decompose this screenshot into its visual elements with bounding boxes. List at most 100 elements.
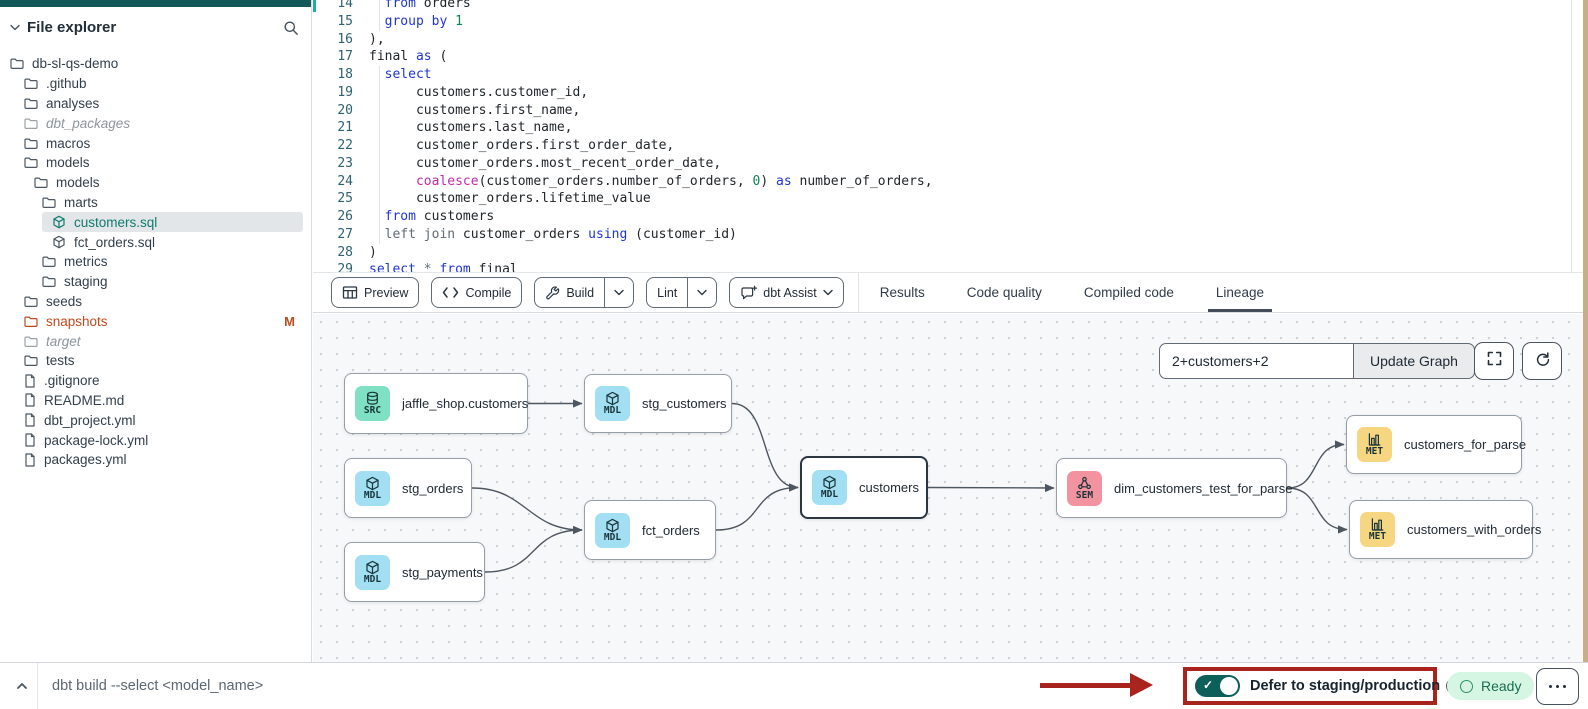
assist-icon: [740, 285, 757, 301]
tree-item-analyses[interactable]: analyses: [0, 94, 311, 114]
more-options-button[interactable]: [1536, 668, 1579, 705]
lint-button[interactable]: Lint: [646, 277, 717, 308]
tree-item-models[interactable]: models: [0, 153, 311, 173]
code-line-25: 25 customer_orders.lifetime_value: [313, 190, 1583, 208]
sem-chip: SEM: [1067, 471, 1102, 506]
node-type-label: MET: [1369, 532, 1386, 542]
lineage-node-fct_orders[interactable]: MDLfct_orders: [584, 500, 716, 560]
tree-item-db-sl-qs-demo[interactable]: db-sl-qs-demo: [0, 54, 311, 74]
tree-item-fct-orders-sql[interactable]: fct_orders.sql: [0, 232, 311, 252]
lineage-node-stg_payments[interactable]: MDL stg_payments: [344, 542, 485, 602]
lint-dropdown-button[interactable]: [687, 278, 716, 307]
tree-item--gitignore[interactable]: .gitignore: [0, 371, 311, 391]
database-icon: [365, 391, 380, 406]
refresh-button[interactable]: [1522, 342, 1562, 380]
indent-guide: [379, 226, 380, 244]
tab-results[interactable]: Results: [859, 273, 946, 312]
code-text: ),: [369, 31, 385, 49]
tree-item-label: fct_orders.sql: [74, 235, 155, 250]
tree-item-tests[interactable]: tests: [0, 351, 311, 371]
code-line-16: 16),: [313, 31, 1583, 49]
node-type-label: SRC: [364, 406, 381, 416]
tree-item-marts[interactable]: marts: [0, 193, 311, 213]
tree-item-target[interactable]: target: [0, 331, 311, 351]
tree-item-label: dbt_project.yml: [44, 413, 136, 428]
line-number: 25: [313, 190, 353, 208]
dbt-ide-app: File explorer db-sl-qs-demo.githubanalys…: [0, 0, 1588, 709]
tree-item-seeds[interactable]: seeds: [0, 292, 311, 312]
fullscreen-button[interactable]: [1474, 342, 1514, 380]
fullscreen-icon: [1486, 350, 1503, 372]
lineage-node-dim_customers_test_for_parse[interactable]: SEMdim_customers_test_for_parse: [1056, 458, 1287, 518]
lineage-node-customers[interactable]: MDLcustomers: [800, 456, 928, 519]
file-icon: [24, 413, 36, 427]
code-line-14: 14 from orders: [313, 0, 1583, 13]
code-line-19: 19 customers.customer_id,: [313, 84, 1583, 102]
tab-compiled-code[interactable]: Compiled code: [1063, 273, 1195, 312]
annotation-box: ✓ Defer to staging/production ?: [1183, 667, 1437, 705]
tab-code-quality[interactable]: Code quality: [946, 273, 1063, 312]
preview-button[interactable]: Preview: [331, 277, 419, 308]
command-input[interactable]: [38, 663, 998, 709]
chevron-down-icon[interactable]: [10, 24, 20, 31]
build-button[interactable]: Build: [534, 277, 634, 308]
tree-item-dbt-project-yml[interactable]: dbt_project.yml: [0, 410, 311, 430]
file-icon: [24, 374, 36, 388]
folder-icon: [24, 77, 38, 90]
code-text: left join customer_orders using (custome…: [369, 226, 737, 244]
teal-topbar: [0, 0, 311, 7]
tree-item-models[interactable]: models: [0, 173, 311, 193]
edge-fct_orders-to-customers: [716, 488, 798, 531]
code-text: coalesce(customer_orders.number_of_order…: [369, 173, 933, 191]
build-dropdown-button[interactable]: [604, 278, 633, 307]
line-number: 24: [313, 173, 353, 191]
tree-item-label: customers.sql: [74, 215, 157, 230]
tree-item-dbt-packages[interactable]: dbt_packages: [0, 113, 311, 133]
lineage-panel[interactable]: Update Graph SRCjaffle_shop.customers MDL…: [313, 314, 1583, 662]
tree-item-snapshots[interactable]: snapshotsM: [0, 311, 311, 331]
line-number: 22: [313, 137, 353, 155]
compile-button[interactable]: Compile: [431, 277, 522, 308]
folder-icon: [24, 315, 38, 328]
edge-dim_customers_test_for_parse-to-customers_for_parse: [1287, 445, 1344, 489]
semantic-icon: [1077, 476, 1092, 491]
editor-scrollbar-track[interactable]: [1571, 0, 1572, 272]
indent-guide: [379, 13, 380, 31]
search-icon[interactable]: [283, 20, 299, 36]
tree-item-package-lock-yml[interactable]: package-lock.yml: [0, 430, 311, 450]
node-label: customers_for_parse: [1404, 437, 1526, 452]
folder-icon: [42, 255, 56, 268]
file-icon: [24, 453, 36, 467]
tab-lineage[interactable]: Lineage: [1195, 273, 1285, 312]
lineage-node-jaffle_shop.customers[interactable]: SRCjaffle_shop.customers: [344, 373, 528, 434]
tree-item-metrics[interactable]: metrics: [0, 252, 311, 272]
tree-item-staging[interactable]: staging: [0, 272, 311, 292]
defer-toggle[interactable]: ✓: [1195, 675, 1240, 697]
annotation-arrow: [1040, 663, 1154, 709]
code-lines: 14 from orders15 group by 116),17final a…: [313, 0, 1583, 272]
tree-item--github[interactable]: .github: [0, 74, 311, 94]
tab-label: Results: [880, 285, 925, 300]
indent-guide: [379, 84, 380, 102]
tree-item-customers-sql[interactable]: customers.sql: [0, 212, 311, 232]
tree-item-label: models: [46, 155, 90, 170]
lineage-node-customers_with_orders[interactable]: METcustomers_with_orders: [1349, 500, 1533, 559]
tree-item-packages-yml[interactable]: packages.yml: [0, 450, 311, 470]
lineage-node-stg_orders[interactable]: MDLstg_orders: [344, 458, 472, 518]
wrench-icon: [545, 285, 560, 300]
chevron-up-icon[interactable]: [8, 663, 36, 709]
refresh-icon: [1534, 350, 1551, 372]
model-cube-icon: [52, 235, 66, 249]
update-graph-button[interactable]: Update Graph: [1353, 343, 1475, 379]
code-line-27: 27 left join customer_orders using (cust…: [313, 226, 1583, 244]
node-label: stg_payments: [402, 565, 483, 580]
tree-item-readme-md[interactable]: README.md: [0, 391, 311, 411]
lineage-node-stg_customers[interactable]: MDLstg_customers: [584, 374, 732, 433]
lineage-filter-input[interactable]: [1159, 343, 1353, 379]
mdl-chip: MDL: [355, 555, 390, 590]
code-editor[interactable]: 14 from orders15 group by 116),17final a…: [313, 0, 1583, 272]
chevron-down-icon: [614, 289, 624, 296]
tree-item-macros[interactable]: macros: [0, 133, 311, 153]
lineage-node-customers_for_parse[interactable]: METcustomers_for_parse: [1346, 415, 1522, 474]
dbt-assist-button[interactable]: dbt Assist: [729, 277, 844, 308]
